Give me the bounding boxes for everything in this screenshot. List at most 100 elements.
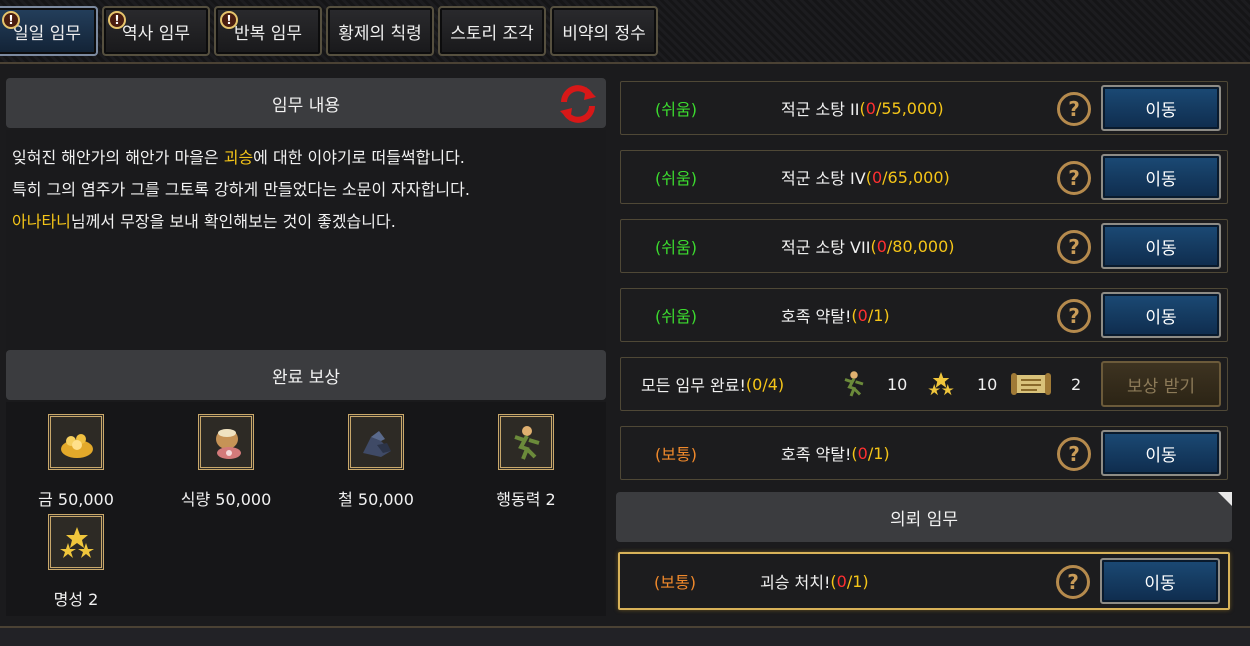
scroll-amount: 2 <box>1071 374 1082 394</box>
progress-current: 0 <box>876 236 887 256</box>
reward-item-gold: 금 50,000 <box>11 414 141 510</box>
description-text: 에 대한 이야기로 떠들썩합니다. <box>253 148 465 167</box>
mission-detail-panel: 임무 내용 잊혀진 해안가의 해안가 마을은 괴승에 대한 이야기로 떠들썩합니… <box>0 70 612 618</box>
difficulty-label: (쉬움) <box>655 307 697 326</box>
progress-current: 0 <box>865 98 876 118</box>
tab-story-fragment[interactable]: 스토리 조각 <box>438 6 546 56</box>
all-complete-progress: (0/4) <box>745 374 785 394</box>
difficulty-label: (쉬움) <box>655 238 697 257</box>
tab-label: 반복 임무 <box>234 23 302 44</box>
tab-label: 황제의 칙령 <box>338 23 422 44</box>
reward-item-action-power: 행동력 2 <box>461 414 591 510</box>
mission-title: 괴승 처치! (0/1) <box>760 554 869 608</box>
move-button[interactable]: 이동 <box>1100 558 1220 604</box>
tab-daily-mission[interactable]: ! 일일 임무 <box>0 6 98 56</box>
mission-content-header: 임무 내용 <box>6 78 606 128</box>
help-icon[interactable]: ? <box>1057 92 1091 126</box>
mission-name: 적군 소탕 VII <box>781 238 871 257</box>
mission-name: 호족 약탈! <box>781 307 852 326</box>
tab-repeat-mission[interactable]: ! 반복 임무 <box>214 6 322 56</box>
help-icon[interactable]: ? <box>1057 161 1091 195</box>
progress-current: 0 <box>857 305 868 325</box>
reward-item-fame: 명성 2 <box>11 514 141 610</box>
fame-amount: 10 <box>977 374 998 394</box>
progress-close: ) <box>937 98 944 118</box>
mission-content-title: 임무 내용 <box>272 95 340 116</box>
move-button[interactable]: 이동 <box>1101 223 1221 269</box>
description-text: 님께서 무장을 보내 확인해보는 것이 좋겠습니다. <box>70 212 396 231</box>
mission-row: (쉬움) 적군 소탕 VII (0/80,000) ? 이동 <box>620 219 1228 273</box>
mission-tab-bar: ! 일일 임무 ! 역사 임무 ! 반복 임무 황제의 칙령 스토리 조각 비약… <box>0 0 1250 64</box>
progress-current: 0 <box>857 443 868 463</box>
tab-label: 일일 임무 <box>13 23 81 44</box>
action-power-icon <box>498 414 554 470</box>
action-power-amount: 10 <box>887 374 908 394</box>
progress-current: 0 <box>871 167 883 187</box>
completion-reward-header: 완료 보상 <box>6 350 606 400</box>
reward-label: 행동력 2 <box>496 490 556 509</box>
fame-icon <box>923 358 959 410</box>
progress-goal: 1 <box>873 305 884 325</box>
mission-row: (쉬움) 호족 약탈! (0/1) ? 이동 <box>620 288 1228 342</box>
progress-close: ) <box>948 236 955 256</box>
all-complete-label: 모든 임무 완료! (0/4) <box>641 358 784 410</box>
bottom-border <box>0 626 1250 646</box>
tab-elixir-essence[interactable]: 비약의 정수 <box>550 6 658 56</box>
tab-label: 비약의 정수 <box>562 23 646 44</box>
reward-list: 금 50,000 식량 50,000 철 50,000 행동력 2 명성 2 <box>6 402 606 616</box>
reward-item-food: 식량 50,000 <box>161 414 291 510</box>
progress-current: 0 <box>836 571 847 591</box>
help-icon[interactable]: ? <box>1057 437 1091 471</box>
corner-marker-icon <box>1218 492 1232 506</box>
tab-label: 스토리 조각 <box>450 23 534 44</box>
gold-icon <box>48 414 104 470</box>
tab-imperial-edict[interactable]: 황제의 칙령 <box>326 6 434 56</box>
progress-close: ) <box>883 305 890 325</box>
scroll-icon <box>1009 358 1053 410</box>
progress-goal: 80,000 <box>892 236 949 256</box>
help-icon[interactable]: ? <box>1056 565 1090 599</box>
mission-name: 괴승 처치! <box>760 573 831 592</box>
help-icon[interactable]: ? <box>1057 299 1091 333</box>
monster-name-highlight: 괴승 <box>223 148 254 167</box>
mission-title: 적군 소탕 IV (0/65,000) <box>781 151 950 203</box>
food-icon <box>198 414 254 470</box>
difficulty-label: (보통) <box>655 445 697 464</box>
reward-label: 금 50,000 <box>38 490 114 509</box>
reward-label: 명성 2 <box>53 590 99 609</box>
iron-icon <box>348 414 404 470</box>
reward-label: 철 50,000 <box>338 490 414 509</box>
help-icon[interactable]: ? <box>1057 230 1091 264</box>
mission-title: 호족 약탈! (0/1) <box>781 427 890 479</box>
progress-close: ) <box>862 571 869 591</box>
mission-name: 호족 약탈! <box>781 445 852 464</box>
description-line: 아나타니님께서 무장을 보내 확인해보는 것이 좋겠습니다. <box>12 208 396 232</box>
alert-icon: ! <box>220 11 238 29</box>
tab-label: 역사 임무 <box>122 23 190 44</box>
request-mission-row: (보통) 괴승 처치! (0/1) ? 이동 <box>618 552 1230 610</box>
difficulty-label: (보통) <box>654 573 696 592</box>
difficulty-label: (쉬움) <box>655 169 697 188</box>
description-text: 잊혀진 해안가의 해안가 마을은 <box>12 148 224 167</box>
mission-row: (쉬움) 적군 소탕 IV (0/65,000) ? 이동 <box>620 150 1228 204</box>
fame-icon <box>48 514 104 570</box>
reward-label: 식량 50,000 <box>180 490 272 509</box>
completion-reward-title: 완료 보상 <box>272 367 340 388</box>
mission-name: 적군 소탕 IV <box>781 169 866 188</box>
mission-name: 적군 소탕 II <box>781 100 860 119</box>
request-mission-title: 의뢰 임무 <box>890 509 958 530</box>
claim-reward-button[interactable]: 보상 받기 <box>1101 361 1221 407</box>
refresh-icon[interactable] <box>556 82 600 126</box>
progress-goal: 65,000 <box>887 167 944 187</box>
progress-goal: 1 <box>852 571 863 591</box>
move-button[interactable]: 이동 <box>1101 85 1221 131</box>
move-button[interactable]: 이동 <box>1101 430 1221 476</box>
move-button[interactable]: 이동 <box>1101 154 1221 200</box>
description-line: 특히 그의 염주가 그를 그토록 강하게 만들었다는 소문이 자자합니다. <box>12 180 470 199</box>
mission-row: (보통) 호족 약탈! (0/1) ? 이동 <box>620 426 1228 480</box>
reward-item-iron: 철 50,000 <box>311 414 441 510</box>
move-button[interactable]: 이동 <box>1101 292 1221 338</box>
mission-title: 적군 소탕 VII (0/80,000) <box>781 220 955 272</box>
tab-history-mission[interactable]: ! 역사 임무 <box>102 6 210 56</box>
mission-list-panel: (쉬움) 적군 소탕 II (0/55,000) ? 이동 (쉬움) 적군 소탕… <box>612 70 1250 618</box>
